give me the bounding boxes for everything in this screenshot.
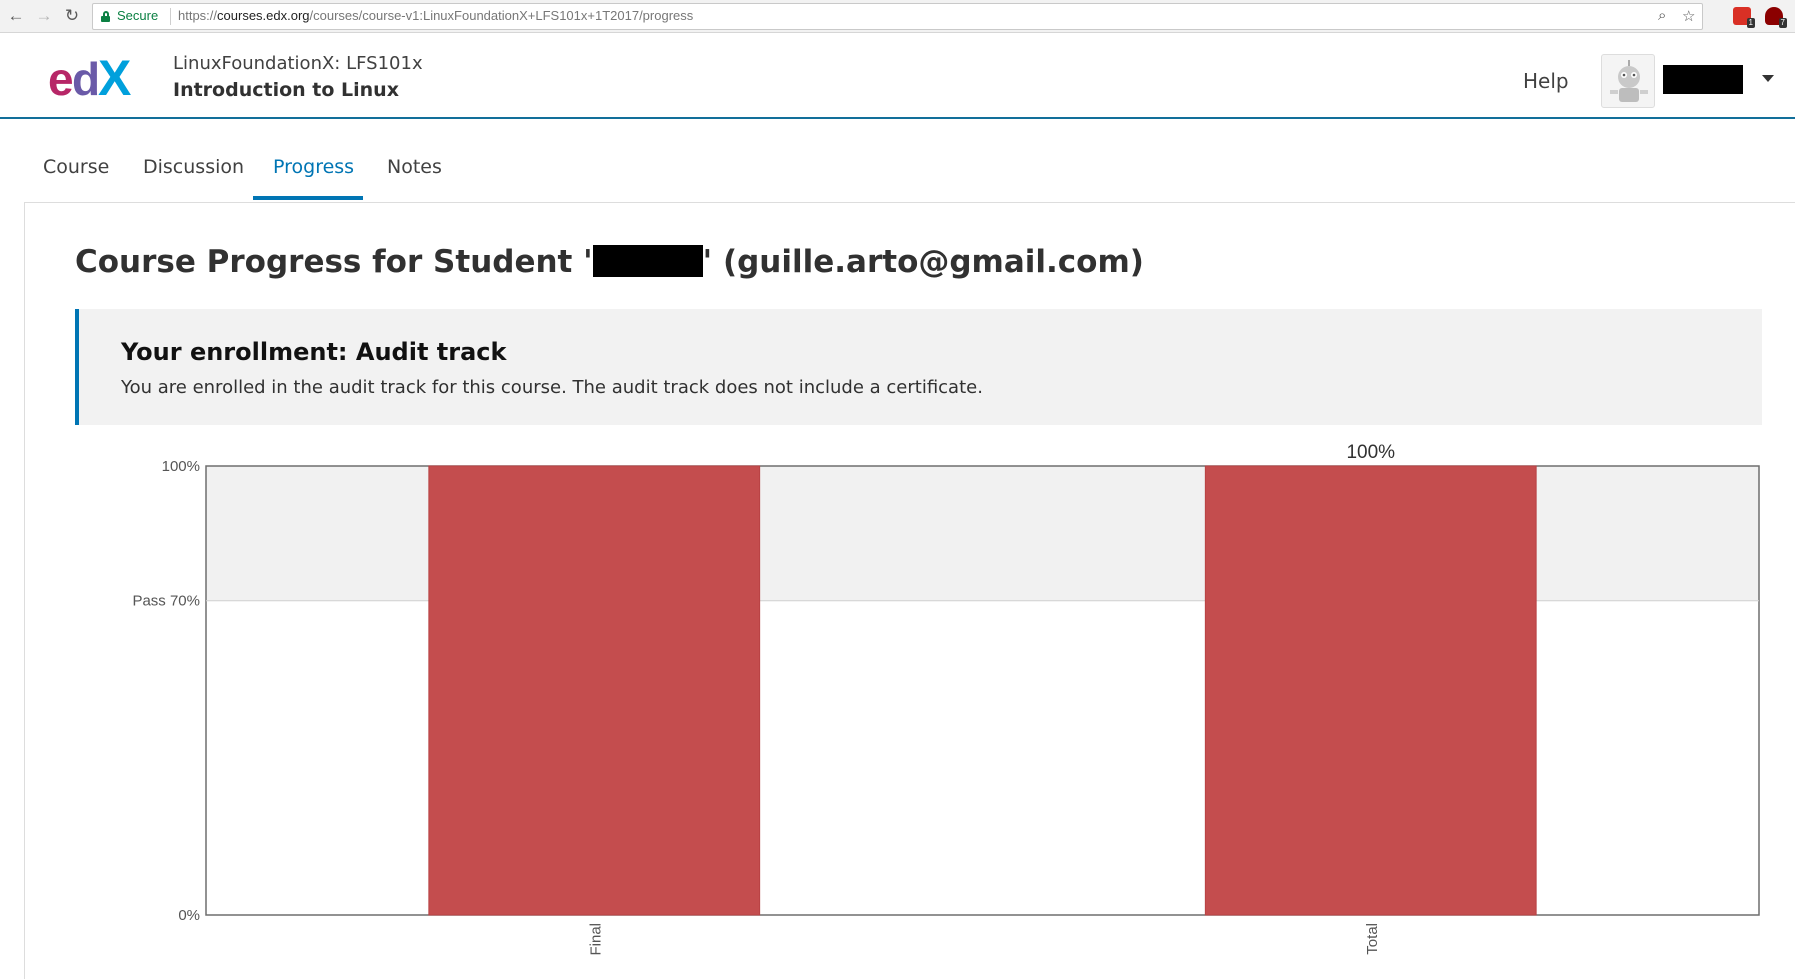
- value-label-total: 100%: [1346, 442, 1395, 463]
- y-tick-label: 0%: [178, 907, 200, 924]
- x-axis-labels: Final Total: [587, 923, 1381, 956]
- x-tick-label-final: Final: [587, 923, 604, 956]
- x-tick-label-total: Total: [1364, 923, 1381, 955]
- bar-final: [428, 465, 761, 916]
- y-axis-ticks: 0% Pass 70% 100%: [132, 458, 200, 924]
- y-tick-label: Pass 70%: [132, 593, 200, 610]
- y-tick-label: 100%: [162, 458, 200, 475]
- bar-total: [1204, 465, 1537, 916]
- progress-chart: 100% 0% Pass 70% 100% Final Total: [132, 442, 1760, 956]
